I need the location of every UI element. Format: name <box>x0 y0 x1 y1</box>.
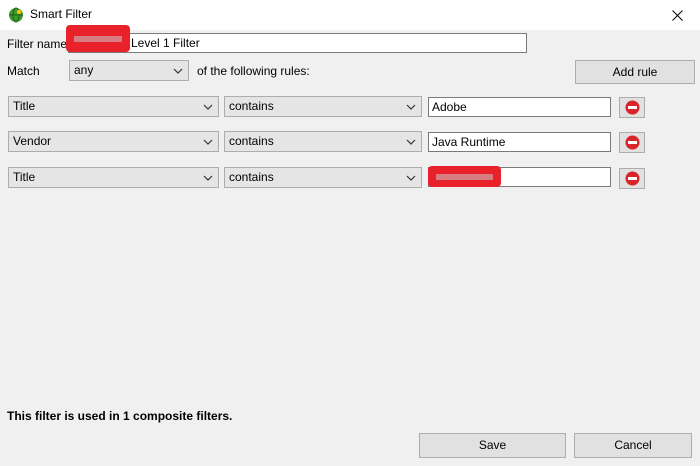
chevron-down-icon <box>203 139 213 145</box>
chevron-down-icon <box>406 139 416 145</box>
rule-operator-value: contains <box>229 170 274 184</box>
match-select-value: any <box>74 63 94 77</box>
rule-operator-value: contains <box>229 99 274 113</box>
rule-value-input[interactable]: Adobe <box>428 97 611 117</box>
remove-icon <box>625 135 639 150</box>
redaction-mark <box>66 25 130 52</box>
rule-field-value: Vendor <box>13 134 52 148</box>
rule-field-value: Title <box>13 170 36 184</box>
bug-globe-icon <box>9 7 23 23</box>
composite-usage-status: This filter is used in 1 composite filte… <box>7 409 233 423</box>
remove-rule-button[interactable] <box>619 97 645 118</box>
window-title: Smart Filter <box>30 7 93 21</box>
cancel-button[interactable]: Cancel <box>574 433 692 458</box>
remove-icon <box>625 100 639 115</box>
remove-rule-button[interactable] <box>619 168 645 189</box>
rule-operator-select[interactable]: contains <box>224 131 422 152</box>
rule-field-value: Title <box>13 99 36 113</box>
rule-field-select[interactable]: Title <box>8 167 219 188</box>
remove-icon <box>625 171 639 186</box>
redaction-mark <box>428 166 501 187</box>
rule-operator-select[interactable]: contains <box>224 96 422 117</box>
filter-name-value: Level 1 Filter <box>131 36 200 50</box>
filter-name-label: Filter name: <box>7 37 71 51</box>
rule-field-select[interactable]: Title <box>8 96 219 117</box>
match-label: Match <box>7 64 40 78</box>
rule-field-select[interactable]: Vendor <box>8 131 219 152</box>
save-button[interactable]: Save <box>419 433 566 458</box>
close-icon <box>671 9 683 21</box>
rules-suffix-label: of the following rules: <box>197 64 310 78</box>
chevron-down-icon <box>203 175 213 181</box>
rule-operator-value: contains <box>229 134 274 148</box>
filter-name-input[interactable]: Level 1 Filter <box>68 33 527 53</box>
chevron-down-icon <box>203 104 213 110</box>
add-rule-button[interactable]: Add rule <box>575 60 695 84</box>
rule-operator-select[interactable]: contains <box>224 167 422 188</box>
close-button[interactable] <box>654 0 700 30</box>
rule-value-input[interactable]: Java Runtime <box>428 132 611 152</box>
chevron-down-icon <box>406 175 416 181</box>
chevron-down-icon <box>406 104 416 110</box>
match-select[interactable]: any <box>69 60 189 81</box>
chevron-down-icon <box>173 68 183 74</box>
remove-rule-button[interactable] <box>619 132 645 153</box>
